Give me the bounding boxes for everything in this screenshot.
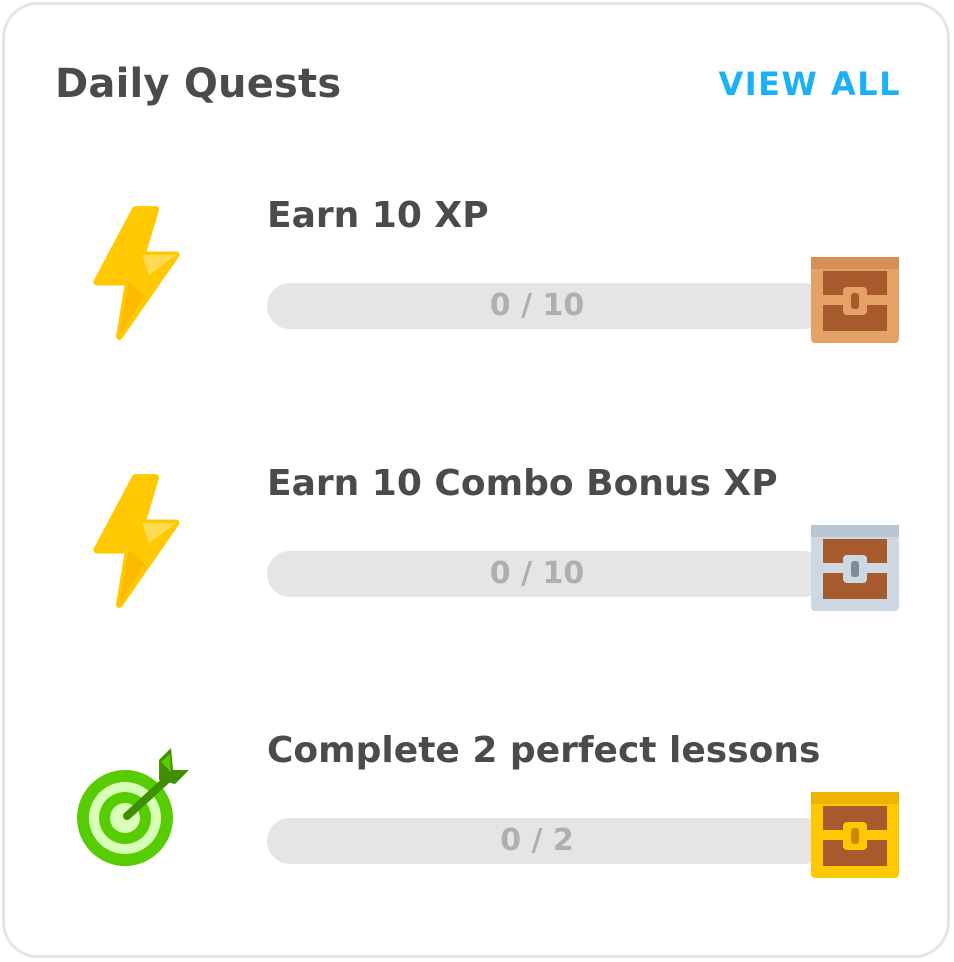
quest-item: Earn 10 XP 0 / 10 [5,195,953,395]
daily-quests-card: Daily Quests VIEW ALL Earn 10 XP 0 / 10 [2,2,950,958]
quest-item: Earn 10 Combo Bonus XP 0 / 10 [5,463,953,663]
silver-chest-icon[interactable] [811,525,899,611]
progress-label: 0 / 10 [489,556,585,591]
gold-chest-icon[interactable] [811,792,899,878]
card-title: Daily Quests [55,61,342,107]
quest-progress-bar: 0 / 2 [267,818,827,864]
lightning-bolt-icon [75,473,191,609]
bronze-chest-icon[interactable] [811,257,899,343]
target-icon [75,740,191,876]
view-all-link[interactable]: VIEW ALL [718,65,901,103]
quest-title: Earn 10 XP [267,195,489,236]
lightning-bolt-icon [75,205,191,341]
progress-label: 0 / 10 [489,288,585,323]
quest-progress-bar: 0 / 10 [267,283,827,329]
quest-title: Complete 2 perfect lessons [267,730,821,771]
quest-title: Earn 10 Combo Bonus XP [267,463,778,504]
quest-progress-bar: 0 / 10 [267,551,827,597]
progress-label: 0 / 2 [500,823,574,858]
quest-item: Complete 2 perfect lessons 0 / 2 [5,730,953,930]
